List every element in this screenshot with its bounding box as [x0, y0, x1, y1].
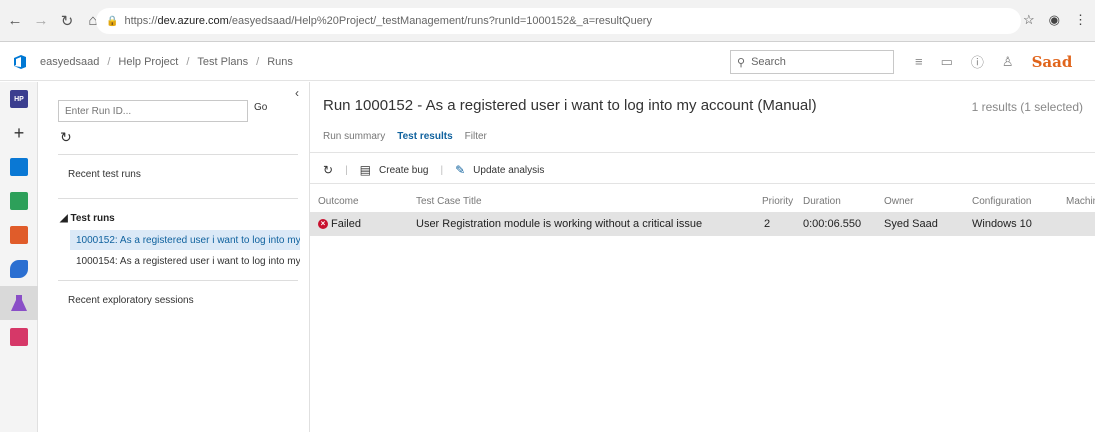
help-icon[interactable]: ⓘ — [971, 52, 984, 71]
breadcrumb: easyedsaad / Help Project / Test Plans /… — [40, 55, 293, 68]
column-header[interactable]: Owner — [884, 190, 913, 212]
configuration-cell: Windows 10 — [972, 218, 1032, 230]
breadcrumb-project[interactable]: Help Project — [118, 56, 178, 68]
repos-icon[interactable] — [0, 218, 38, 252]
breadcrumb-runs[interactable]: Runs — [267, 56, 293, 68]
test-plans-icon[interactable] — [0, 286, 38, 320]
search-input[interactable]: ⚲ Search — [730, 50, 894, 74]
owner-cell: Syed Saad — [884, 218, 938, 230]
test-runs-group-header[interactable]: ◢ Test runs — [60, 213, 115, 224]
address-bar[interactable]: 🔒 https://dev.azure.com/easyedsaad/Help%… — [96, 8, 1021, 34]
tab-filter[interactable]: Filter — [465, 131, 487, 142]
column-header[interactable]: Priority — [762, 190, 793, 212]
results-grid-header: Outcome Test Case Title Priority Duratio… — [310, 190, 1095, 212]
forward-icon[interactable]: → — [30, 10, 52, 32]
boards-icon[interactable] — [0, 184, 38, 218]
pipelines-icon[interactable] — [0, 252, 38, 286]
refresh-icon[interactable]: ↻ — [60, 129, 72, 146]
search-placeholder: Search — [751, 56, 786, 68]
divider — [58, 154, 298, 155]
browser-menu-icon[interactable]: ⋮ — [1074, 12, 1087, 28]
url-path: /easyedsaad/Help%20Project/_testManageme… — [228, 15, 652, 27]
search-icon: ⚲ — [737, 56, 746, 69]
tab-bar: Run summary Test results Filter — [323, 131, 487, 142]
task-list-icon[interactable]: ≡ — [915, 54, 923, 69]
collapse-panel-icon[interactable]: ‹ — [295, 86, 299, 100]
lock-icon: 🔒 — [106, 15, 119, 27]
pencil-icon: ✎ — [455, 163, 466, 177]
results-toolbar: ↻ | ▤ Create bug | ✎ Update analysis — [323, 163, 545, 177]
divider — [58, 280, 298, 281]
nav-rail: HP + — [0, 82, 38, 432]
outcome-cell: × Failed — [318, 212, 361, 236]
column-header[interactable]: Duration — [803, 190, 841, 212]
runs-panel: ‹ Go ↻ Recent test runs ◢ Test runs 1000… — [38, 82, 310, 432]
divider — [310, 152, 1095, 153]
column-header[interactable]: Configuration — [972, 190, 1031, 212]
update-analysis-button[interactable]: Update analysis — [473, 165, 544, 176]
project-badge[interactable]: HP — [0, 82, 38, 116]
list-item[interactable]: 1000154: As a registered user i want to … — [70, 251, 300, 271]
browser-toolbar: ← → ↻ ⌂ 🔒 https://dev.azure.com/easyedsa… — [0, 0, 1095, 42]
marketplace-bag-icon[interactable]: ▭ — [941, 54, 953, 70]
table-row[interactable]: × Failed User Registration module is work… — [310, 212, 1095, 236]
tab-test-results[interactable]: Test results — [397, 131, 452, 142]
recent-exploratory-sessions-label[interactable]: Recent exploratory sessions — [68, 295, 194, 306]
create-bug-button[interactable]: Create bug — [379, 165, 428, 176]
divider — [310, 183, 1095, 184]
reload-icon[interactable]: ↻ — [56, 10, 78, 32]
profile-icon[interactable]: ◉ — [1049, 12, 1060, 28]
page-title: Run 1000152 - As a registered user i wan… — [323, 97, 817, 114]
overview-icon[interactable] — [0, 150, 38, 184]
add-icon[interactable]: + — [0, 116, 38, 150]
user-settings-icon[interactable]: ♙ — [1002, 54, 1014, 70]
failed-icon: × — [318, 219, 328, 229]
avatar[interactable]: Saad — [1032, 53, 1073, 71]
main-content: Run 1000152 - As a registered user i wan… — [310, 82, 1095, 432]
flask-icon — [11, 295, 27, 311]
results-count: 1 results (1 selected) — [971, 100, 1083, 114]
priority-cell: 2 — [764, 218, 771, 230]
breadcrumb-org[interactable]: easyedsaad — [40, 56, 99, 68]
column-header[interactable]: Machin — [1066, 190, 1095, 212]
refresh-results-icon[interactable]: ↻ — [323, 163, 333, 177]
app-header: easyedsaad / Help Project / Test Plans /… — [0, 43, 1095, 81]
bookmark-star-icon[interactable]: ☆ — [1023, 12, 1035, 28]
run-id-input[interactable] — [58, 100, 248, 122]
duration-cell: 0:00:06.550 — [803, 218, 862, 230]
create-bug-icon: ▤ — [359, 163, 372, 177]
tab-run-summary[interactable]: Run summary — [323, 131, 385, 142]
recent-test-runs-label[interactable]: Recent test runs — [68, 169, 141, 180]
go-button[interactable]: Go — [254, 102, 267, 113]
back-icon[interactable]: ← — [4, 10, 26, 32]
artifacts-icon[interactable] — [0, 320, 38, 354]
test-case-title-cell: User Registration module is working with… — [416, 218, 703, 230]
list-item[interactable]: 1000152: As a registered user i want to … — [70, 230, 300, 250]
column-header[interactable]: Test Case Title — [416, 190, 482, 212]
azure-devops-logo-icon[interactable] — [0, 43, 40, 81]
column-header[interactable]: Outcome — [318, 190, 359, 212]
breadcrumb-test-plans[interactable]: Test Plans — [197, 56, 248, 68]
url-scheme: https:// — [124, 15, 158, 27]
divider — [58, 198, 298, 199]
url-host: dev.azure.com — [157, 15, 229, 27]
